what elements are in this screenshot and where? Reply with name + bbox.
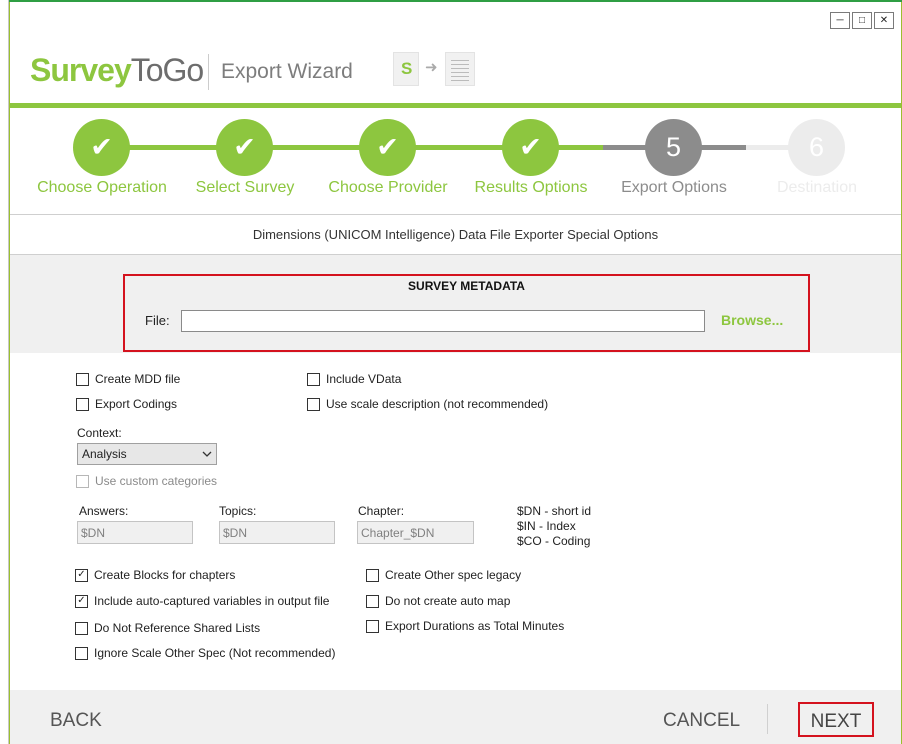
check-icon: ✔ bbox=[376, 132, 399, 162]
title-bar: ─ □ ✕ bbox=[10, 2, 901, 32]
checkbox[interactable] bbox=[366, 568, 379, 582]
create-blocks-option[interactable]: ✓ Create Blocks for chapters bbox=[75, 568, 235, 582]
next-button[interactable]: NEXT bbox=[798, 702, 874, 737]
minimize-button[interactable]: ─ bbox=[830, 12, 850, 29]
do-not-create-auto-map-option[interactable]: Do not create auto map bbox=[366, 594, 510, 608]
step-4-label: Results Options bbox=[474, 179, 588, 196]
checkbox-checked[interactable]: ✓ bbox=[75, 568, 88, 582]
check-icon: ✔ bbox=[519, 132, 542, 162]
chapter-input[interactable] bbox=[357, 521, 474, 544]
placeholder-legend: $DN - short id $IN - Index $CO - Coding bbox=[517, 504, 592, 548]
use-scale-description-option[interactable]: Use scale description (not recommended) bbox=[307, 397, 548, 411]
checkbox[interactable] bbox=[76, 397, 89, 411]
step-2-circle: ✔ bbox=[216, 119, 273, 176]
export-codings-option[interactable]: Export Codings bbox=[76, 397, 177, 411]
answers-input[interactable] bbox=[77, 521, 193, 544]
close-icon: ✕ bbox=[879, 15, 889, 26]
step-6-label: Destination bbox=[776, 179, 858, 196]
do-not-reference-shared-lists-option[interactable]: Do Not Reference Shared Lists bbox=[75, 621, 260, 635]
step-4-circle: ✔ bbox=[502, 119, 559, 176]
answers-label: Answers: bbox=[79, 504, 129, 518]
chevron-down-icon bbox=[202, 451, 212, 457]
topics-label: Topics: bbox=[219, 504, 257, 518]
steps-divider bbox=[10, 214, 901, 215]
context-select[interactable]: Analysis bbox=[77, 443, 217, 465]
step-2-label: Select Survey bbox=[195, 179, 295, 196]
text-document-icon bbox=[445, 52, 475, 86]
export-illustration: S ➜ bbox=[393, 52, 483, 92]
create-mdd-option[interactable]: Create MDD file bbox=[76, 372, 180, 386]
close-button[interactable]: ✕ bbox=[874, 12, 894, 29]
ignore-scale-other-spec-option[interactable]: Ignore Scale Other Spec (Not recommended… bbox=[75, 646, 335, 660]
checkbox[interactable] bbox=[75, 621, 88, 635]
minimize-icon: ─ bbox=[836, 15, 844, 26]
cancel-button[interactable]: CANCEL bbox=[663, 710, 740, 732]
browse-button[interactable]: Browse... bbox=[721, 312, 783, 328]
surveytogo-logo: SurveyToGo bbox=[30, 52, 204, 88]
back-button[interactable]: BACK bbox=[50, 710, 102, 732]
checkbox[interactable] bbox=[76, 474, 89, 488]
checkbox[interactable] bbox=[76, 372, 89, 386]
topics-input[interactable] bbox=[219, 521, 335, 544]
step-3-circle: ✔ bbox=[359, 119, 416, 176]
checkbox[interactable] bbox=[366, 594, 379, 608]
metadata-title: SURVEY METADATA bbox=[408, 279, 525, 293]
survey-document-icon: S bbox=[393, 52, 419, 86]
file-label: File: bbox=[145, 313, 170, 328]
survey-metadata-section: SURVEY METADATA File: Browse... bbox=[123, 274, 810, 352]
export-wizard-window: ─ □ ✕ SurveyToGo Export Wizard S ➜ ✔ ✔ ✔… bbox=[9, 2, 902, 744]
include-auto-captured-option[interactable]: ✓ Include auto-captured variables in outp… bbox=[75, 594, 329, 608]
next-label: NEXT bbox=[810, 711, 862, 732]
header-divider bbox=[208, 54, 209, 90]
step-3-label: Choose Provider bbox=[328, 179, 448, 196]
file-path-input[interactable] bbox=[181, 310, 705, 332]
arrow-right-icon: ➜ bbox=[425, 59, 438, 76]
maximize-button[interactable]: □ bbox=[852, 12, 872, 29]
chapter-label: Chapter: bbox=[358, 504, 405, 518]
page-subtitle: Dimensions (UNICOM Intelligence) Data Fi… bbox=[252, 227, 659, 242]
step-1-circle: ✔ bbox=[73, 119, 130, 176]
include-vdata-option[interactable]: Include VData bbox=[307, 372, 401, 386]
wizard-header: SurveyToGo Export Wizard S ➜ bbox=[10, 32, 901, 103]
wizard-steps: ✔ ✔ ✔ ✔ 5 6 Choose Operation Select Surv… bbox=[10, 108, 901, 215]
context-label: Context: bbox=[77, 426, 122, 440]
checkbox[interactable] bbox=[366, 619, 379, 633]
export-durations-option[interactable]: Export Durations as Total Minutes bbox=[366, 619, 564, 633]
step-1-label: Choose Operation bbox=[37, 179, 167, 196]
check-icon: ✔ bbox=[90, 132, 113, 162]
checkbox[interactable] bbox=[307, 397, 320, 411]
step-6-circle: 6 bbox=[788, 119, 845, 176]
wizard-title: Export Wizard bbox=[221, 60, 353, 83]
check-icon: ✔ bbox=[233, 132, 256, 162]
create-other-spec-legacy-option[interactable]: Create Other spec legacy bbox=[366, 568, 521, 582]
step-5-circle: 5 bbox=[645, 119, 702, 176]
checkbox[interactable] bbox=[307, 372, 320, 386]
checkbox-checked[interactable]: ✓ bbox=[75, 594, 88, 608]
maximize-icon: □ bbox=[858, 15, 866, 26]
background-app-strip bbox=[0, 0, 9, 744]
checkbox[interactable] bbox=[75, 646, 88, 660]
use-custom-categories-option[interactable]: Use custom categories bbox=[76, 474, 217, 488]
footer-divider bbox=[767, 704, 768, 734]
step-5-label: Export Options bbox=[621, 179, 727, 196]
